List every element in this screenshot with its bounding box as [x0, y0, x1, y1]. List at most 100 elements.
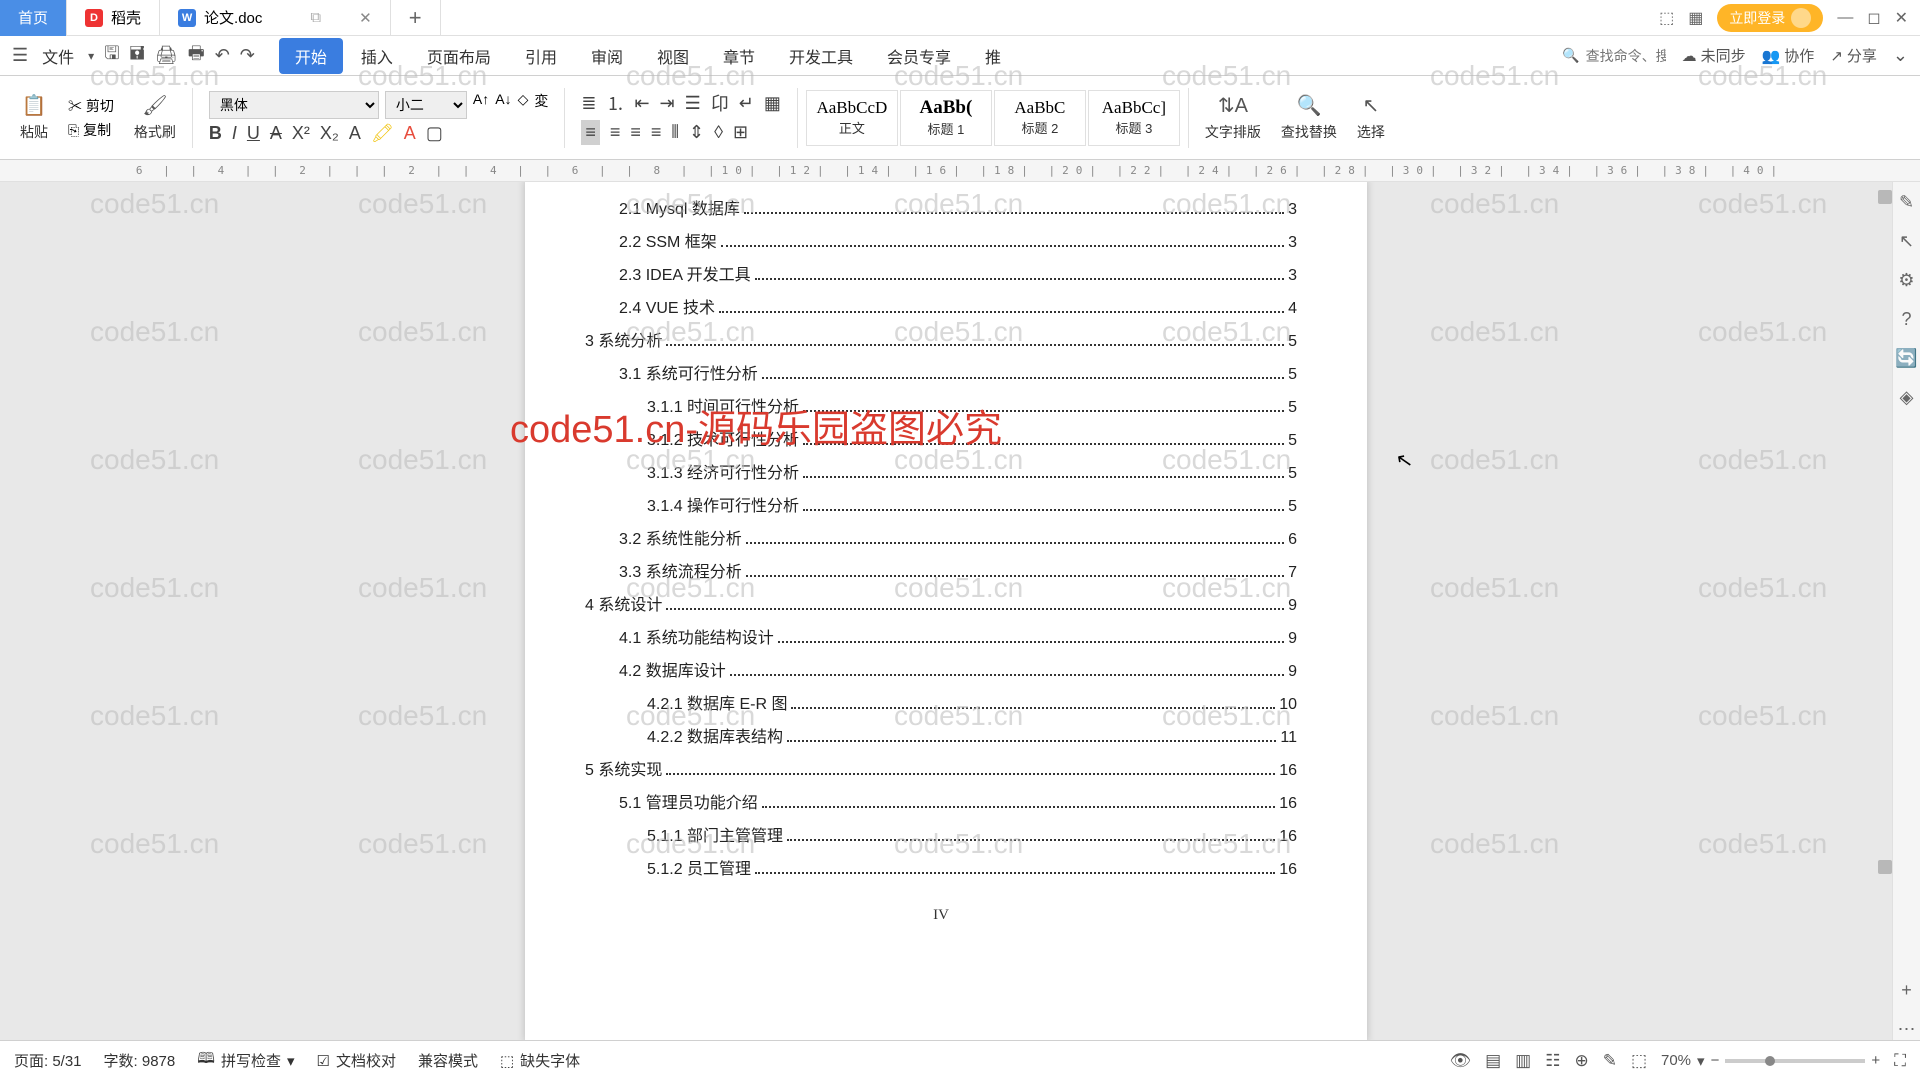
- text-layout-label[interactable]: 文字排版: [1205, 122, 1261, 142]
- menu-tab-0[interactable]: 开始: [279, 38, 343, 74]
- read-view-icon[interactable]: ▤: [1485, 1051, 1501, 1071]
- italic-button[interactable]: I: [232, 123, 237, 144]
- sync-status[interactable]: ☁ 未同步: [1682, 45, 1746, 66]
- tag-icon[interactable]: ◈: [1900, 387, 1914, 408]
- toc-entry[interactable]: 3.1 系统可行性分析5: [585, 360, 1297, 384]
- find-replace-icon[interactable]: 🔍: [1296, 93, 1321, 118]
- page-indicator[interactable]: 页面: 5/31: [14, 1050, 82, 1071]
- font-color-button[interactable]: A: [404, 123, 416, 144]
- toc-entry[interactable]: 2.4 VUE 技术4: [585, 294, 1297, 318]
- show-marks-icon[interactable]: ↵: [739, 93, 754, 114]
- menu-tab-7[interactable]: 开发工具: [773, 38, 869, 74]
- menu-tab-9[interactable]: 推: [969, 38, 1017, 74]
- collapse-ribbon-icon[interactable]: ⌄: [1893, 45, 1908, 66]
- tab-daoke[interactable]: D稻壳: [67, 0, 160, 36]
- toc-entry[interactable]: 4.2.1 数据库 E-R 图10: [585, 690, 1297, 714]
- close-icon[interactable]: ✕: [1895, 8, 1908, 28]
- document-area[interactable]: 2.1 Mysql 数据库32.2 SSM 框架32.3 IDEA 开发工具32…: [0, 182, 1892, 1040]
- font-size-select[interactable]: 小二: [385, 91, 467, 119]
- toc-entry[interactable]: 5.1 管理员功能介绍16: [585, 789, 1297, 813]
- toc-entry[interactable]: 4.1 系统功能结构设计9: [585, 624, 1297, 648]
- chevron-down-icon[interactable]: ▾: [88, 49, 94, 63]
- pen-icon[interactable]: ✎: [1899, 192, 1914, 213]
- text-layout-icon[interactable]: ⇅A: [1218, 93, 1248, 118]
- page-view-icon[interactable]: ▥: [1515, 1051, 1531, 1071]
- borders-icon[interactable]: ⊞: [733, 122, 748, 143]
- share-button[interactable]: ↗ 分享: [1830, 45, 1877, 66]
- cursor-icon[interactable]: ↖: [1899, 231, 1914, 252]
- spell-check[interactable]: 🕮 拼写检查 ▾: [197, 1048, 294, 1073]
- missing-fonts[interactable]: ⬚ 缺失字体: [500, 1050, 580, 1071]
- login-button[interactable]: 立即登录: [1717, 4, 1823, 32]
- window-mode-icon[interactable]: ⧉: [310, 9, 321, 26]
- bold-button[interactable]: B: [209, 123, 222, 144]
- toc-entry[interactable]: 4 系统设计9: [585, 591, 1297, 615]
- file-menu[interactable]: 文件: [38, 44, 78, 68]
- compat-mode[interactable]: 兼容模式: [418, 1050, 478, 1071]
- redo-icon[interactable]: ↷: [240, 45, 255, 66]
- numbering-icon[interactable]: ⒈: [606, 90, 624, 116]
- indent-icon[interactable]: ⇥: [660, 93, 675, 114]
- sort-icon[interactable]: ☰: [685, 93, 701, 114]
- bullets-icon[interactable]: ≣: [581, 93, 596, 114]
- line-spacing-icon[interactable]: ⇕: [689, 122, 704, 143]
- menu-tab-8[interactable]: 会员专享: [871, 38, 967, 74]
- phonetic-icon[interactable]: 変: [534, 91, 548, 119]
- save-icon[interactable]: 🖫: [104, 41, 119, 71]
- proof-button[interactable]: ☑ 文档校对: [316, 1050, 395, 1071]
- toc-entry[interactable]: 5 系统实现16: [585, 756, 1297, 780]
- highlight-button[interactable]: 🖍: [371, 123, 394, 144]
- zoom-control[interactable]: 70% ▾ − +: [1661, 1052, 1880, 1070]
- menu-tab-2[interactable]: 页面布局: [411, 38, 507, 74]
- zoom-out-icon[interactable]: −: [1711, 1052, 1720, 1069]
- toc-entry[interactable]: 3.1.3 经济可行性分析5: [585, 459, 1297, 483]
- zoom-in-icon[interactable]: +: [1871, 1052, 1880, 1069]
- format-painter-icon[interactable]: 🖌: [142, 93, 167, 118]
- toc-entry[interactable]: 3.3 系统流程分析7: [585, 558, 1297, 582]
- style-正文[interactable]: AaBbCcD正文: [806, 90, 898, 146]
- table-icon[interactable]: ▦: [764, 93, 781, 114]
- find-replace-label[interactable]: 查找替换: [1281, 122, 1337, 142]
- toc-entry[interactable]: 5.1.2 员工管理16: [585, 855, 1297, 879]
- strike-button[interactable]: A: [270, 123, 282, 144]
- menu-tab-1[interactable]: 插入: [345, 38, 409, 74]
- collab-button[interactable]: 👥 协作: [1762, 45, 1815, 66]
- apps-icon[interactable]: ▦: [1688, 8, 1703, 28]
- grow-font-icon[interactable]: A↑: [473, 91, 489, 119]
- toc-entry[interactable]: 4.2 数据库设计9: [585, 657, 1297, 681]
- asian-layout-icon[interactable]: 卬: [711, 90, 729, 116]
- menu-tab-6[interactable]: 章节: [707, 38, 771, 74]
- maximize-icon[interactable]: ◻: [1867, 8, 1880, 28]
- fullscreen-icon[interactable]: ⛶: [1894, 1051, 1906, 1071]
- fit-page-icon[interactable]: ⬚: [1631, 1051, 1647, 1071]
- font-family-select[interactable]: 黑体: [209, 91, 379, 119]
- search-input[interactable]: [1586, 48, 1666, 64]
- subscript-button[interactable]: X₂: [320, 123, 339, 144]
- search-box[interactable]: 🔍: [1562, 47, 1665, 64]
- align-right-icon[interactable]: ≡: [630, 122, 641, 143]
- outline-view-icon[interactable]: ☷: [1545, 1051, 1560, 1071]
- zoom-slider[interactable]: [1725, 1059, 1865, 1063]
- shrink-font-icon[interactable]: A↓: [495, 91, 511, 119]
- align-center-icon[interactable]: ≡: [610, 122, 621, 143]
- translate-icon[interactable]: 🔄: [1895, 348, 1917, 369]
- menu-icon[interactable]: ☰: [12, 45, 28, 66]
- format-painter-label[interactable]: 格式刷: [134, 122, 176, 142]
- style-标题 2[interactable]: AaBbC标题 2: [994, 90, 1086, 146]
- paste-icon[interactable]: 📋: [22, 93, 47, 118]
- select-label[interactable]: 选择: [1357, 122, 1385, 142]
- cut-button[interactable]: ✂ 剪切: [68, 96, 114, 116]
- menu-tab-4[interactable]: 审阅: [575, 38, 639, 74]
- shading-icon[interactable]: ◊: [714, 122, 723, 143]
- style-标题 3[interactable]: AaBbCc]标题 3: [1088, 90, 1180, 146]
- print-preview-icon[interactable]: 🖶: [188, 41, 205, 71]
- minimize-icon[interactable]: —: [1837, 9, 1853, 27]
- print-icon[interactable]: 🖨: [155, 45, 178, 66]
- toc-entry[interactable]: 3.2 系统性能分析6: [585, 525, 1297, 549]
- settings-icon[interactable]: ⚙: [1898, 270, 1914, 291]
- toc-entry[interactable]: 3.1.4 操作可行性分析5: [585, 492, 1297, 516]
- styles-gallery[interactable]: AaBbCcD正文AaBb(标题 1AaBbC标题 2AaBbCc]标题 3: [806, 90, 1180, 146]
- toc-entry[interactable]: 3 系统分析5: [585, 327, 1297, 351]
- align-left-icon[interactable]: ≡: [581, 120, 600, 145]
- tab-close-icon[interactable]: ✕: [359, 9, 372, 27]
